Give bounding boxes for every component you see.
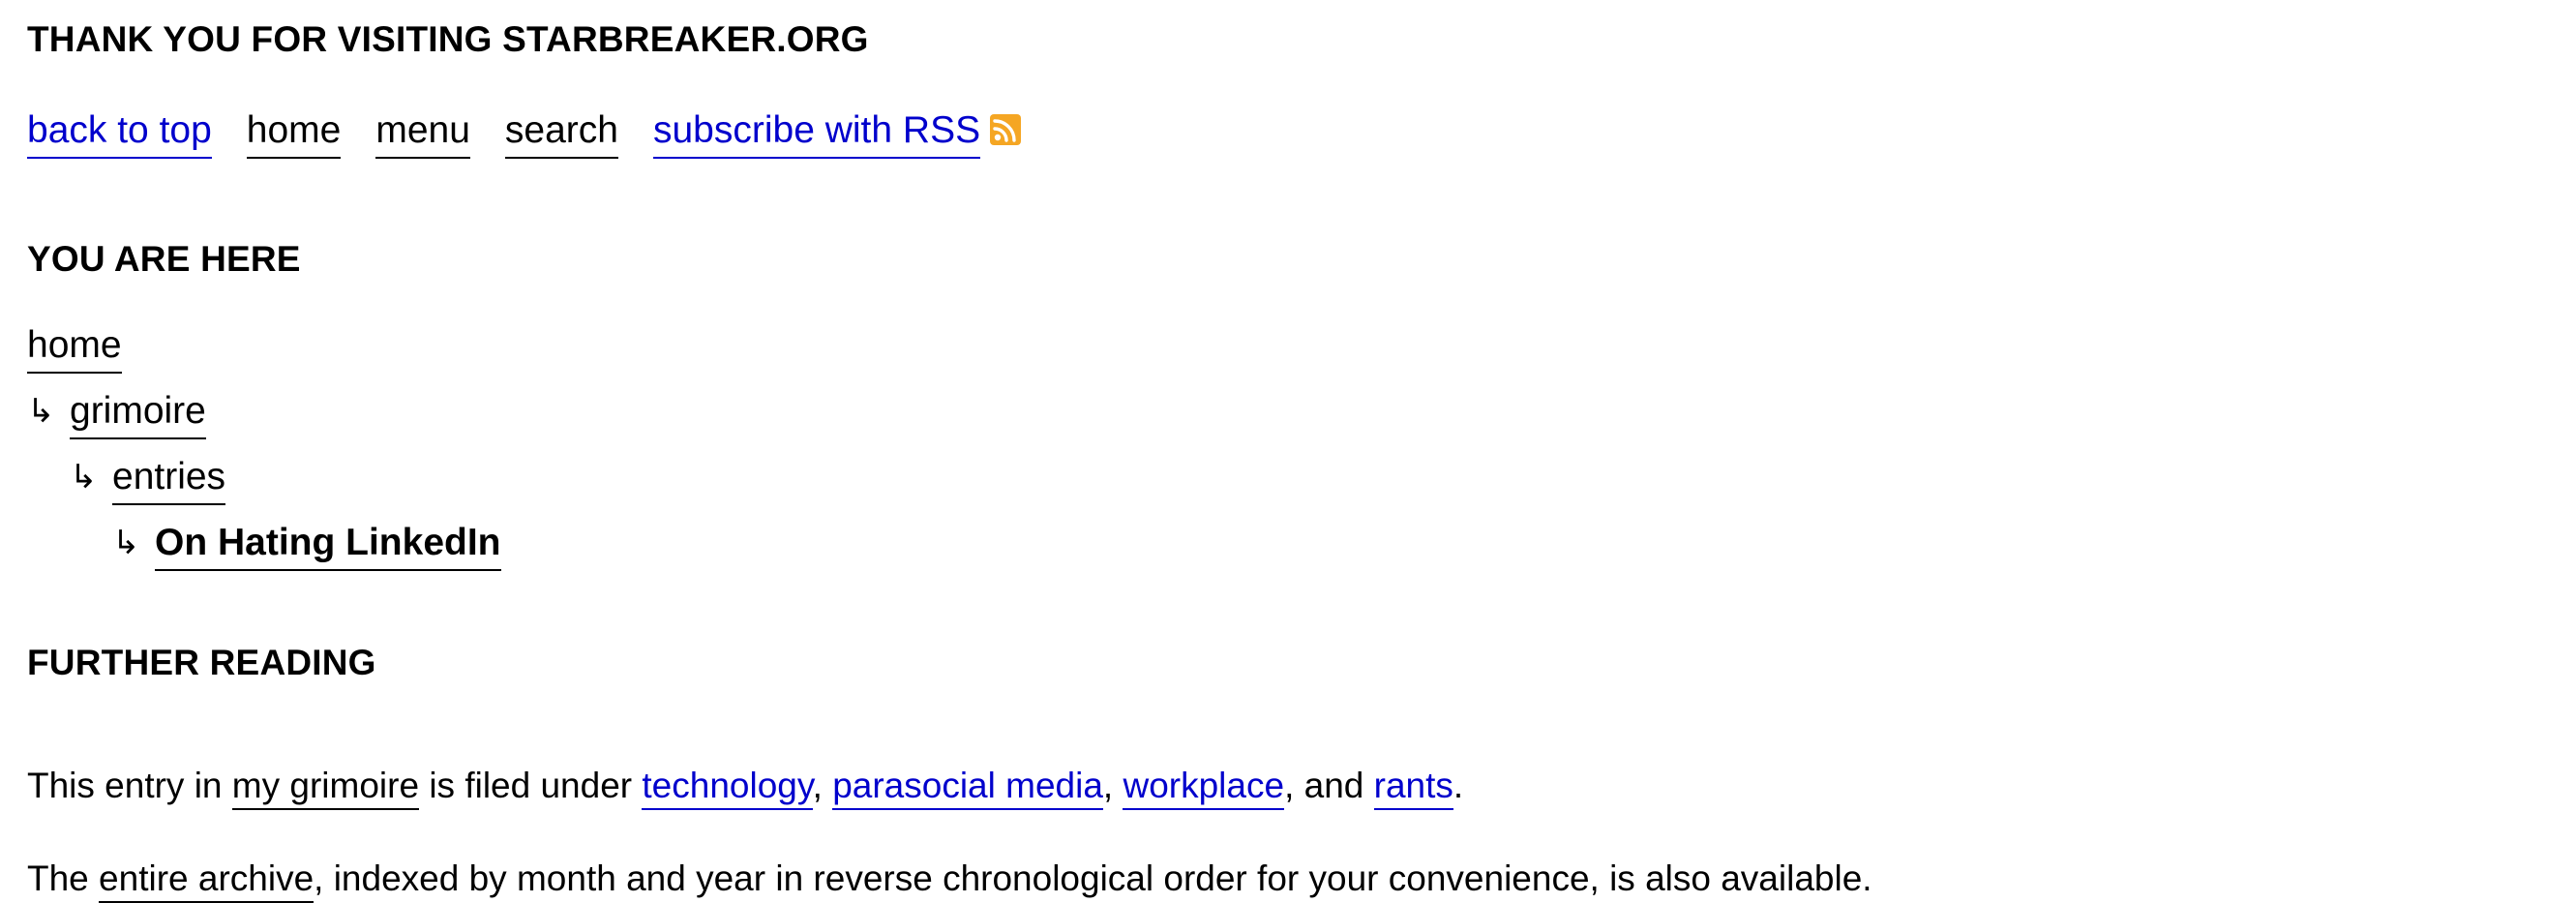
tag-link-parasocial-media[interactable]: parasocial media	[832, 766, 1103, 810]
arrow-icon: ↳	[112, 524, 140, 562]
rss-icon[interactable]	[990, 114, 1022, 145]
breadcrumb-entries-link[interactable]: entries	[112, 455, 226, 505]
archive-paragraph: The entire archive, indexed by month and…	[27, 857, 1872, 903]
breadcrumb-item-home: home	[27, 323, 501, 389]
archive-prefix: The	[27, 858, 100, 898]
breadcrumb-item-current: ↳ On Hating LinkedIn	[27, 521, 501, 587]
filing-prefix: This entry in	[27, 766, 232, 805]
entire-archive-link[interactable]: entire archive	[99, 858, 315, 903]
tag-separator: ,	[812, 766, 833, 805]
footer-nav: back to top home menu search subscribe w…	[27, 108, 1022, 159]
filing-mid: is filed under	[419, 766, 643, 805]
subscribe-rss-link[interactable]: subscribe with RSS	[652, 108, 981, 159]
search-link[interactable]: search	[504, 108, 618, 159]
tag-separator: , and	[1284, 766, 1374, 805]
back-to-top-link[interactable]: back to top	[27, 108, 212, 159]
site-thanks-title: THANK YOU FOR VISITING STARBREAKER.ORG	[27, 19, 869, 59]
menu-link[interactable]: menu	[375, 108, 470, 159]
breadcrumb: home ↳ grimoire ↳ entries ↳ On Hating Li…	[27, 323, 501, 587]
tag-separator: ,	[1102, 766, 1123, 805]
tag-link-technology[interactable]: technology	[642, 766, 813, 810]
breadcrumb-item-grimoire: ↳ grimoire	[27, 389, 501, 455]
arrow-icon: ↳	[27, 392, 55, 431]
you-are-here-title: YOU ARE HERE	[27, 239, 301, 279]
filing-paragraph: This entry in my grimoire is filed under…	[27, 764, 1464, 810]
breadcrumb-grimoire-link[interactable]: grimoire	[70, 389, 206, 439]
archive-suffix: , indexed by month and year in reverse c…	[314, 858, 1872, 898]
breadcrumb-home-link[interactable]: home	[27, 323, 122, 374]
arrow-icon: ↳	[70, 458, 98, 497]
filing-end: .	[1453, 766, 1464, 805]
breadcrumb-current-link[interactable]: On Hating LinkedIn	[155, 521, 501, 571]
grimoire-link[interactable]: my grimoire	[231, 766, 420, 810]
breadcrumb-item-entries: ↳ entries	[27, 455, 501, 521]
tag-link-rants[interactable]: rants	[1373, 766, 1453, 810]
further-reading-title: FURTHER READING	[27, 643, 376, 682]
tag-link-workplace[interactable]: workplace	[1123, 766, 1285, 810]
home-link[interactable]: home	[246, 108, 342, 159]
